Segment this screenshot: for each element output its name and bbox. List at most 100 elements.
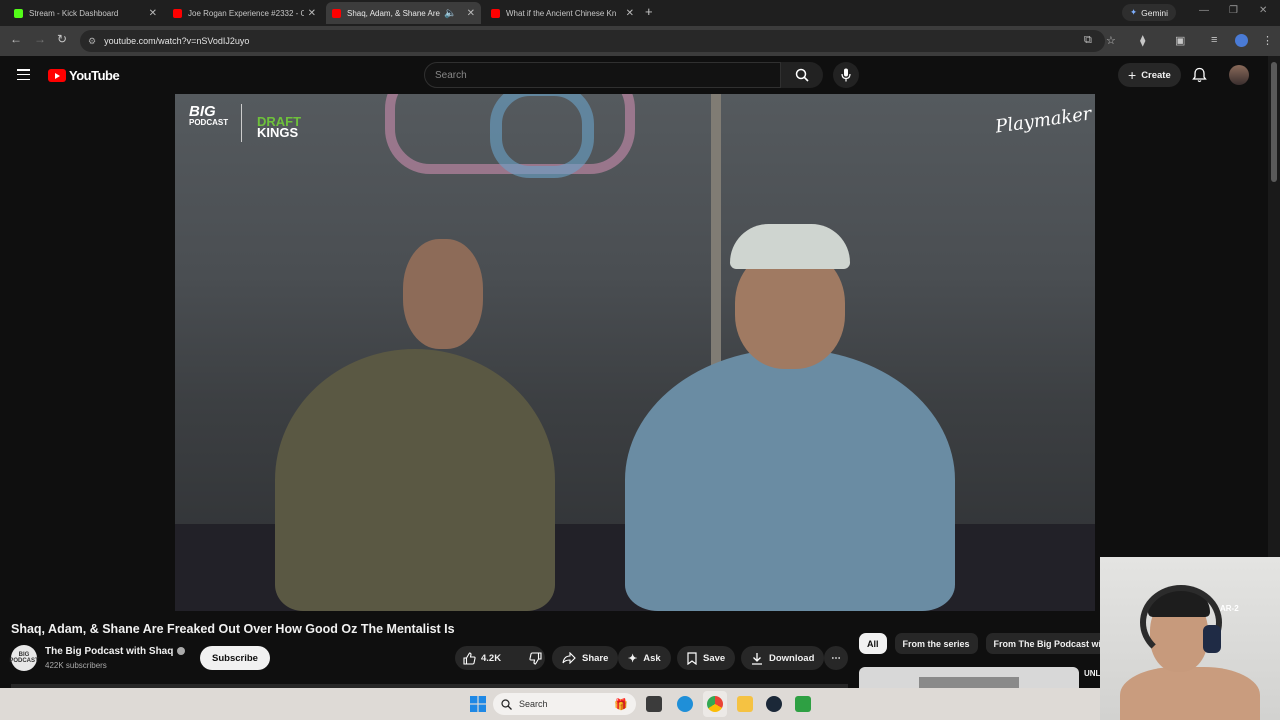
search-icon [795, 68, 809, 82]
backdrop-art [490, 94, 594, 178]
gemini-button[interactable]: ✦ Gemini [1122, 4, 1177, 21]
edge-icon[interactable] [677, 696, 693, 712]
logo-big-text: BIG [189, 103, 216, 120]
steam-icon[interactable] [766, 696, 782, 712]
subscribe-button[interactable]: Subscribe [200, 646, 270, 670]
logo-kings-text: KINGS [257, 125, 299, 140]
task-view-icon[interactable] [646, 696, 662, 712]
windows-taskbar: Search 🎁 [0, 688, 1100, 720]
youtube-header: YouTube Search + Create [0, 56, 1268, 94]
gemini-label: Gemini [1141, 7, 1169, 18]
split-view-icon[interactable]: ▣ [1175, 34, 1185, 47]
youtube-favicon-icon [173, 8, 182, 18]
youtube-logo[interactable]: YouTube [48, 68, 120, 83]
speaker-icon[interactable]: 🔈 [444, 8, 456, 19]
reload-icon[interactable]: ↻ [57, 32, 67, 46]
kick-favicon-icon [14, 8, 23, 18]
download-label: Download [769, 652, 815, 664]
notifications-bell-icon[interactable] [1192, 67, 1207, 83]
browser-profile-avatar[interactable] [1235, 34, 1248, 47]
install-app-icon[interactable]: ⧉ [1084, 34, 1092, 47]
create-button[interactable]: + Create [1118, 63, 1181, 87]
new-tab-icon[interactable]: + [645, 4, 653, 19]
draftkings-logo: DRAFT KINGS [257, 115, 301, 140]
search-button[interactable] [781, 62, 823, 88]
chip-all[interactable]: All [859, 633, 887, 654]
streamer-body [1120, 667, 1260, 720]
browser-tab-kick[interactable]: Stream - Kick Dashboard ✕ [8, 2, 163, 24]
big-podcast-logo: BIG PODCAST [189, 103, 229, 128]
taskbar-search[interactable]: Search 🎁 [493, 693, 636, 715]
close-tab-icon[interactable]: ✕ [149, 8, 157, 19]
more-actions-button[interactable]: ⋯ [824, 646, 848, 670]
taskbar-search-placeholder: Search [519, 699, 548, 709]
address-bar[interactable]: ⚙ youtube.com/watch?v=nSVodIJ2uyo [80, 30, 1105, 52]
tab-title: Shaq, Adam, & Shane Are F [347, 8, 441, 18]
tent-pole [711, 94, 721, 394]
close-window-icon[interactable]: ✕ [1259, 5, 1267, 16]
back-arrow-icon[interactable]: ← [10, 32, 22, 46]
host-right-cap [730, 224, 850, 269]
youtube-favicon-icon [491, 8, 500, 18]
tab-title: Stream - Kick Dashboard [29, 8, 119, 18]
search-input[interactable]: Search [424, 62, 781, 88]
tab-title: What if the Ancient Chinese Kn [506, 8, 617, 18]
channel-name-text: The Big Podcast with Shaq [45, 646, 174, 657]
youtube-play-icon [48, 69, 66, 82]
gemini-sparkle-icon: ✦ [1130, 7, 1138, 17]
minimize-icon[interactable]: — [1199, 5, 1209, 16]
browser-tab-joe-rogan[interactable]: Joe Rogan Experience #2332 - C ✕ [167, 2, 322, 24]
media-controls-icon[interactable]: ≡ [1211, 34, 1217, 46]
save-label: Save [703, 652, 726, 664]
subscriber-count: 422K subscribers [45, 661, 107, 670]
search-highlight-icon: 🎁 [614, 698, 628, 711]
thumbs-down-icon [529, 651, 542, 665]
channel-avatar[interactable]: BIG PODCAST [9, 645, 39, 671]
browser-tab-ancient-chinese[interactable]: What if the Ancient Chinese Kn ✕ [485, 2, 640, 24]
restore-icon[interactable]: ❐ [1229, 5, 1238, 16]
share-button[interactable]: Share [552, 646, 619, 670]
save-button[interactable]: Save [677, 646, 736, 670]
like-count: 4.2K [481, 652, 502, 664]
browser-tab-shaq-active[interactable]: Shaq, Adam, & Shane Are F 🔈 ✕ [326, 2, 481, 24]
search-icon [501, 698, 512, 710]
create-label: Create [1141, 69, 1171, 81]
video-player[interactable]: BIG PODCAST DRAFT KINGS Playmaker [175, 94, 1095, 611]
bookmark-icon [687, 651, 697, 665]
voice-search-button[interactable] [833, 62, 859, 88]
extensions-icon[interactable]: ⧫ [1140, 34, 1145, 47]
url-text: youtube.com/watch?v=nSVodIJ2uyo [104, 36, 250, 46]
file-explorer-icon[interactable] [737, 696, 753, 712]
more-menu-icon[interactable]: ⋮ [1262, 34, 1273, 47]
ask-button[interactable]: ✦ Ask [618, 646, 671, 670]
share-label: Share [582, 652, 609, 664]
logo-podcast-text: PODCAST [189, 118, 229, 127]
like-dislike-group: 4.2K [455, 646, 545, 670]
headset-earcup [1203, 625, 1221, 653]
close-tab-icon[interactable]: ✕ [626, 8, 634, 19]
close-tab-icon[interactable]: ✕ [467, 8, 475, 19]
thumbs-up-icon [463, 651, 476, 665]
chrome-icon[interactable] [707, 696, 723, 712]
channel-name[interactable]: The Big Podcast with Shaq [45, 646, 186, 657]
dislike-button[interactable] [521, 646, 550, 670]
like-button[interactable]: 4.2K [455, 646, 509, 670]
app-icon[interactable] [795, 696, 811, 712]
video-title: Shaq, Adam, & Shane Are Freaked Out Over… [11, 622, 455, 636]
download-button[interactable]: Download [741, 646, 825, 670]
scrollbar-thumb[interactable] [1271, 62, 1277, 182]
bookmark-star-icon[interactable]: ☆ [1106, 34, 1116, 47]
windows-start-icon[interactable] [470, 696, 486, 712]
playmaker-logo: Playmaker [994, 103, 1093, 138]
account-avatar[interactable] [1229, 65, 1249, 85]
plus-icon: + [1128, 67, 1137, 83]
search-placeholder: Search [435, 69, 467, 81]
close-tab-icon[interactable]: ✕ [308, 8, 316, 19]
site-info-icon[interactable]: ⚙ [88, 36, 96, 47]
chip-from-the-series[interactable]: From the series [894, 633, 978, 654]
hamburger-menu-icon[interactable] [17, 69, 30, 84]
youtube-favicon-icon [332, 8, 341, 18]
tab-title: Joe Rogan Experience #2332 - C [188, 8, 304, 18]
next-video-thumbnail[interactable] [859, 667, 1079, 689]
forward-arrow-icon[interactable]: → [34, 32, 46, 46]
